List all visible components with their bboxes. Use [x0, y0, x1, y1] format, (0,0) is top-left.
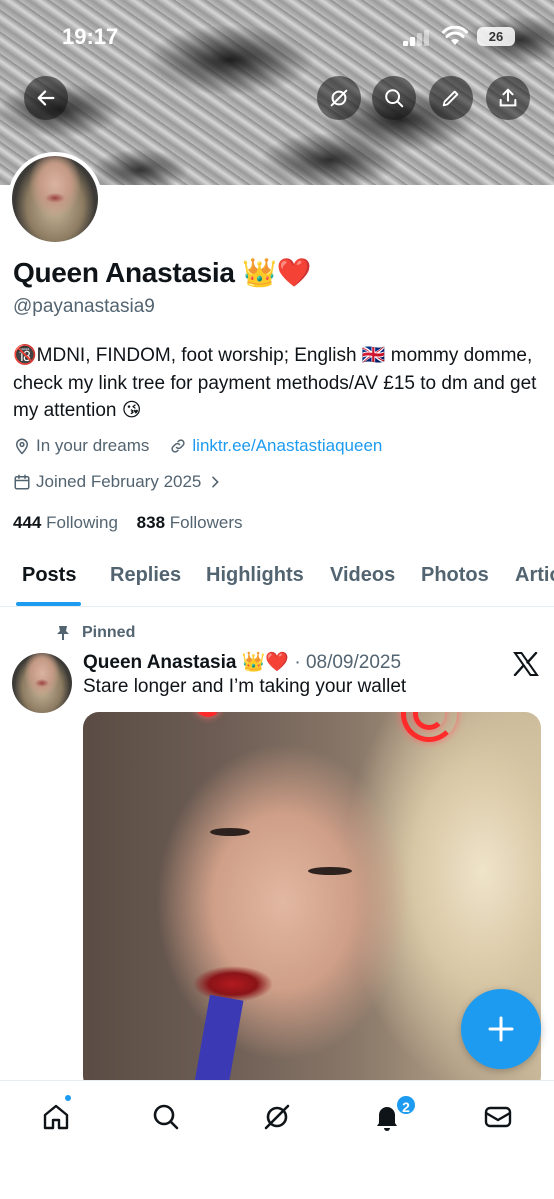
home-unread-dot	[65, 1095, 71, 1101]
grok-button[interactable]	[317, 76, 361, 120]
profile-avatar[interactable]	[8, 152, 102, 246]
status-bar: 19:17 26	[0, 0, 554, 72]
pinned-label: Pinned	[56, 624, 135, 642]
joined-date: Joined February 2025	[36, 472, 202, 491]
chevron-right-icon	[212, 476, 220, 488]
search-icon	[385, 89, 404, 108]
search-button[interactable]	[372, 76, 416, 120]
search-icon	[153, 1104, 179, 1130]
followers-count: 838	[136, 513, 166, 532]
nav-search[interactable]	[146, 1097, 186, 1137]
profile-name: Queen Anastasia 👑❤️	[13, 257, 312, 288]
bottom-navigation: 2	[0, 1080, 554, 1199]
following-link[interactable]: 444 Following	[13, 513, 118, 532]
profile-link[interactable]: linktr.ee/Anastastiaqueen	[192, 436, 382, 456]
following-label: Following	[46, 513, 118, 532]
avatar-image	[12, 156, 98, 242]
signal-icon	[403, 30, 429, 46]
pinned-text: Pinned	[82, 624, 136, 641]
nav-grok[interactable]	[257, 1097, 297, 1137]
tab-photos[interactable]: Photos	[421, 564, 489, 587]
tab-articles[interactable]: Articles	[515, 564, 554, 587]
profile-bio: 🔞MDNI, FINDOM, foot worship; English 🇬🇧 …	[13, 345, 537, 421]
joined-row[interactable]: Joined February 2025	[13, 472, 228, 492]
back-arrow-icon	[37, 90, 55, 106]
tab-posts[interactable]: Posts	[22, 564, 76, 587]
link-icon	[171, 439, 186, 453]
location-icon	[15, 438, 29, 455]
profile-handle: @payanastasia9	[13, 296, 155, 317]
plus-icon	[488, 1016, 514, 1042]
profile-meta: In your dreams linktr.ee/Anastastiaqueen	[13, 436, 382, 456]
share-button[interactable]	[486, 76, 530, 120]
pin-icon	[57, 626, 69, 640]
messages-icon	[484, 1106, 512, 1128]
share-icon	[499, 88, 517, 107]
calendar-icon	[14, 474, 30, 490]
post-date[interactable]: · 08/09/2025	[294, 652, 401, 673]
followers-label: Followers	[169, 513, 243, 532]
compose-button[interactable]	[461, 989, 541, 1069]
image-detail	[195, 712, 221, 717]
battery-indicator: 26	[477, 27, 515, 46]
edit-icon	[442, 90, 459, 107]
status-time: 19:17	[62, 24, 119, 49]
image-detail	[308, 867, 352, 875]
tab-replies[interactable]: Replies	[110, 564, 181, 587]
followers-link[interactable]: 838 Followers	[137, 513, 243, 532]
tab-highlights[interactable]: Highlights	[206, 564, 304, 587]
post-header: Queen Anastasia 👑❤️ · 08/09/2025	[83, 650, 401, 674]
profile-tabs: Posts Replies Highlights Videos Photos A…	[0, 556, 554, 607]
tab-indicator	[16, 602, 81, 606]
image-detail	[192, 994, 244, 1092]
post-avatar[interactable]	[12, 653, 72, 713]
following-count: 444	[13, 513, 42, 532]
back-button[interactable]	[24, 76, 68, 120]
wifi-icon	[442, 26, 468, 45]
x-logo-icon[interactable]	[513, 652, 539, 676]
nav-home[interactable]	[36, 1097, 76, 1137]
image-detail	[210, 828, 250, 836]
profile-location: In your dreams	[36, 436, 150, 455]
grok-icon	[264, 1104, 290, 1130]
tab-videos[interactable]: Videos	[330, 564, 395, 587]
post-author[interactable]: Queen Anastasia 👑❤️	[83, 652, 289, 673]
edit-button[interactable]	[429, 76, 473, 120]
post-text: Stare longer and I’m taking your wallet	[83, 676, 407, 697]
grok-icon	[330, 89, 348, 107]
nav-messages[interactable]	[478, 1097, 518, 1137]
notification-badge: 2	[395, 1094, 417, 1116]
home-icon	[43, 1104, 69, 1130]
follow-stats: 444 Following 838 Followers	[13, 513, 243, 533]
